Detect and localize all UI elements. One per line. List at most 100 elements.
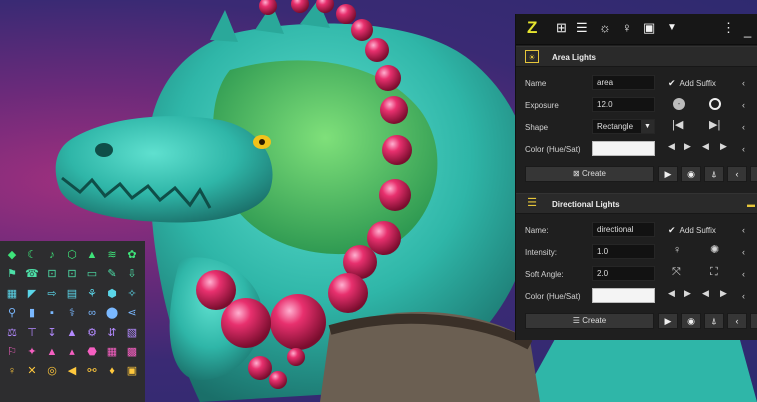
hue-right-icon[interactable]: ▶: [684, 142, 691, 151]
overflow-button[interactable]: [750, 166, 757, 182]
target-icon[interactable]: ◉: [681, 166, 701, 182]
target-icon[interactable]: ◉: [681, 313, 701, 329]
palette-icon[interactable]: ⚖: [2, 324, 22, 343]
camera-icon[interactable]: ▶: [658, 166, 678, 182]
directional-lights-header[interactable]: ☰ Directional Lights ▬: [516, 193, 757, 214]
shrink-icon[interactable]: ⤧: [672, 267, 681, 278]
flask-icon[interactable]: ⍋: [704, 166, 724, 182]
palette-icon[interactable]: ☾: [22, 246, 42, 265]
palette-icon[interactable]: ⬤: [102, 304, 122, 323]
palette-icon[interactable]: ⊡: [62, 265, 82, 284]
palette-icon[interactable]: ⚯: [82, 362, 102, 381]
palette-icon[interactable]: ✦: [22, 343, 42, 362]
palette-icon[interactable]: ⬣: [82, 343, 102, 362]
palette-icon[interactable]: ▪: [42, 304, 62, 323]
palette-icon[interactable]: ⋖: [122, 304, 142, 323]
palette-icon[interactable]: ⬢: [102, 285, 122, 304]
palette-icon[interactable]: ◤: [22, 285, 42, 304]
overflow-button[interactable]: [750, 313, 757, 329]
palette-icon[interactable]: ▲: [42, 343, 62, 362]
sat-right-icon[interactable]: ▶: [720, 289, 727, 298]
sat-left-icon[interactable]: ◀: [702, 289, 709, 298]
palette-icon[interactable]: ▭: [82, 265, 102, 284]
minimize-icon[interactable]: _: [744, 24, 751, 37]
intensity-field[interactable]: 1.0: [592, 244, 655, 259]
more-vertical-icon[interactable]: ⋮: [722, 21, 735, 34]
increase-exposure-icon[interactable]: [709, 98, 721, 110]
palette-icon[interactable]: ⚕: [62, 304, 82, 323]
create-area-button[interactable]: ⊠ Create: [525, 166, 654, 182]
palette-icon[interactable]: ▦: [102, 343, 122, 362]
skip-back-icon[interactable]: |◀: [672, 120, 683, 131]
palette-icon[interactable]: ≋: [102, 246, 122, 265]
sat-left-icon[interactable]: ◀: [702, 142, 709, 151]
directional-name-field[interactable]: directional: [592, 222, 655, 237]
palette-icon[interactable]: ⊤: [22, 324, 42, 343]
chevron-left-icon[interactable]: ‹: [742, 123, 745, 132]
palette-icon[interactable]: ▴: [62, 343, 82, 362]
palette-icon[interactable]: ⚑: [2, 265, 22, 284]
chevron-left-icon[interactable]: ‹: [742, 270, 745, 279]
chevron-left-button[interactable]: ‹: [727, 166, 747, 182]
palette-icon[interactable]: ▤: [62, 285, 82, 304]
shape-dropdown[interactable]: Rectangle ▼: [592, 119, 655, 134]
palette-icon[interactable]: ⊡: [42, 265, 62, 284]
palette-icon[interactable]: ↧: [42, 324, 62, 343]
create-directional-button[interactable]: ☰ Create: [525, 313, 654, 329]
palette-icon[interactable]: ▦: [2, 285, 22, 304]
area-name-field[interactable]: area: [592, 75, 655, 90]
chevron-down-icon[interactable]: ▼: [667, 23, 677, 33]
hue-left-icon[interactable]: ◀: [668, 289, 675, 298]
palette-icon[interactable]: ▩: [122, 343, 142, 362]
horizon-sun-icon[interactable]: ☼: [599, 21, 611, 34]
area-lights-header[interactable]: ☀ Area Lights: [516, 46, 757, 67]
palette-icon[interactable]: ✎: [102, 265, 122, 284]
bulb-dim-icon[interactable]: ♀: [673, 245, 681, 256]
palette-icon[interactable]: ✧: [122, 285, 142, 304]
palette-icon[interactable]: ⚙: [82, 324, 102, 343]
palette-icon[interactable]: ⚐: [2, 343, 22, 362]
palette-icon[interactable]: ♦: [102, 362, 122, 381]
list-stack-icon[interactable]: ☰: [576, 21, 588, 34]
chevron-left-icon[interactable]: ‹: [742, 79, 745, 88]
decrease-exposure-icon[interactable]: -: [673, 98, 685, 110]
add-suffix-checkbox[interactable]: ✔ Add Suffix: [668, 78, 716, 89]
bulb-icon[interactable]: ♀: [622, 21, 632, 34]
palette-icon[interactable]: ▣: [122, 362, 142, 381]
chevron-left-icon[interactable]: ‹: [742, 101, 745, 110]
camera-icon[interactable]: ▶: [658, 313, 678, 329]
palette-icon[interactable]: ⚘: [82, 285, 102, 304]
hue-left-icon[interactable]: ◀: [668, 142, 675, 151]
palette-icon[interactable]: ▲: [82, 246, 102, 265]
film-icon[interactable]: ▣: [643, 21, 655, 34]
palette-icon[interactable]: ☎: [22, 265, 42, 284]
menu-icon[interactable]: ▬: [747, 200, 755, 209]
hue-right-icon[interactable]: ▶: [684, 289, 691, 298]
skip-forward-icon[interactable]: ▶|: [709, 120, 720, 131]
soft-angle-field[interactable]: 2.0: [592, 266, 655, 281]
flask-icon[interactable]: ⍋: [704, 313, 724, 329]
palette-icon[interactable]: ⬡: [62, 246, 82, 265]
palette-icon[interactable]: ◎: [42, 362, 62, 381]
palette-icon[interactable]: ⚲: [2, 304, 22, 323]
sat-right-icon[interactable]: ▶: [720, 142, 727, 151]
palette-icon[interactable]: ♪: [42, 246, 62, 265]
chevron-left-button[interactable]: ‹: [727, 313, 747, 329]
palette-icon[interactable]: ⇨: [42, 285, 62, 304]
palette-icon[interactable]: ♀: [2, 362, 22, 381]
chevron-left-icon[interactable]: ‹: [742, 292, 745, 301]
palette-icon[interactable]: ⇵: [102, 324, 122, 343]
palette-icon[interactable]: ▲: [62, 324, 82, 343]
color-swatch[interactable]: [592, 288, 655, 303]
chevron-left-icon[interactable]: ‹: [742, 248, 745, 257]
chevron-left-icon[interactable]: ‹: [742, 226, 745, 235]
palette-icon[interactable]: ✿: [122, 246, 142, 265]
palette-icon[interactable]: ✕: [22, 362, 42, 381]
exposure-field[interactable]: 12.0: [592, 97, 655, 112]
palette-icon[interactable]: ∞: [82, 304, 102, 323]
add-suffix-checkbox[interactable]: ✔ Add Suffix: [668, 225, 716, 236]
palette-icon[interactable]: ▧: [122, 324, 142, 343]
palette-icon[interactable]: ◀: [62, 362, 82, 381]
color-swatch[interactable]: [592, 141, 655, 156]
palette-icon[interactable]: ◆: [2, 246, 22, 265]
